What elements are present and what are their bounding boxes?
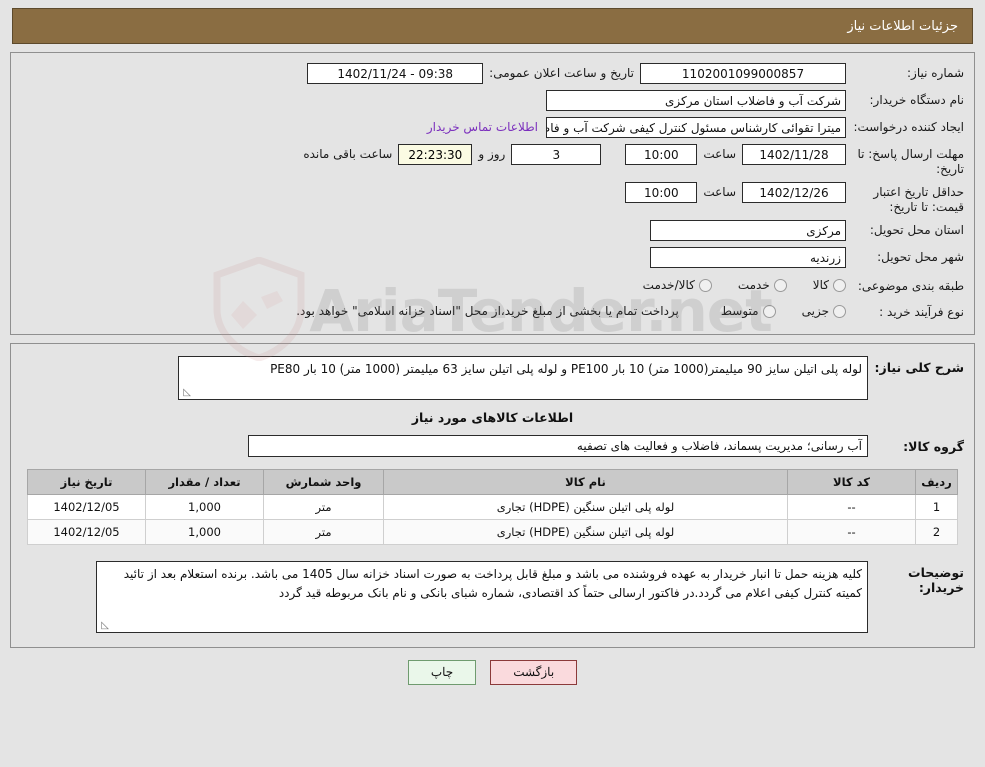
resize-grip-icon[interactable]: ◺ [181,388,191,398]
row-goods-group: گروه کالا: آب رسانی؛ مدیریت پسماند، فاضل… [21,435,964,457]
goods-group-label: گروه کالا: [903,438,964,454]
price-validity-label: حداقل تاریخ اعتبار قیمت: تا تاریخ: [873,185,964,214]
row-buyer-notes: توضیحات خریدار: کلیه هزینه حمل تا انبار … [21,561,964,633]
cell-radif: 1 [915,494,958,520]
public-announce-label: تاریخ و ساعت اعلان عمومی: [489,66,634,80]
radio-category-both-label: کالا/خدمت [642,278,695,292]
cell-goods-name: لوله پلی اتیلن سنگین (HDPE) تجاری [383,519,788,545]
radio-category-kala-label: کالا [812,278,829,292]
need-summary-panel: شماره نیاز: 1102001099000857 تاریخ و ساع… [10,52,975,335]
buyer-notes-textarea[interactable]: کلیه هزینه حمل تا انبار خریدار به عهده ف… [96,561,868,633]
radio-category-khedmat-label: خدمت [737,278,770,292]
cell-goods-name: لوله پلی اتیلن سنگین (HDPE) تجاری [383,494,788,520]
footer-actions: بازگشت چاپ [0,660,985,685]
radio-group-category-both[interactable]: کالا/خدمت [643,278,712,292]
radio-group-category-khedmat[interactable]: خدمت [738,278,787,292]
row-request-creator: ایجاد کننده درخواست: میترا تقوائی کارشنا… [21,117,964,139]
radio-process-jozii-icon[interactable] [833,304,846,318]
row-delivery-province: استان محل تحویل: مرکزی [21,220,964,242]
radio-process-motavaset-label: متوسط [720,304,759,318]
price-validity-date: 1402/12/26 [742,182,846,203]
col-header-quantity: تعداد / مقدار [145,469,264,495]
col-header-need-date: تاریخ نیاز [27,469,146,495]
purchase-process-label: نوع فرآیند خرید : [879,305,964,319]
row-buyer-org: نام دستگاه خریدار: شرکت آب و فاضلاب استا… [21,90,964,112]
need-description-textarea[interactable]: لوله پلی اتیلن سایز 90 میلیمتر(1000 متر)… [178,356,868,400]
cell-quantity: 1,000 [145,519,264,545]
items-section-title: اطلاعات کالاهای مورد نیاز [411,410,574,425]
public-announce-value: 09:38 - 1402/11/24 [307,63,484,84]
radio-category-both-icon[interactable] [698,278,712,292]
back-button[interactable]: بازگشت [490,660,578,685]
need-number-label: شماره نیاز: [907,66,964,80]
radio-group-category-kala[interactable]: کالا [813,278,846,292]
need-details-panel: شرح کلی نیاز: لوله پلی اتیلن سایز 90 میل… [10,343,975,648]
remaining-countdown-label: ساعت باقی مانده [303,147,393,161]
items-table-wrapper: ردیف کد کالا نام کالا واحد شمارش تعداد /… [21,469,964,549]
response-deadline-time-label: ساعت [703,147,736,161]
items-table-header-row: ردیف کد کالا نام کالا واحد شمارش تعداد /… [27,469,958,495]
delivery-province-label: استان محل تحویل: [869,223,964,237]
cell-unit: متر [263,494,384,520]
radio-group-process-jozii[interactable]: جزیی [802,304,846,318]
col-header-goods-code: کد کالا [787,469,916,495]
buyer-contact-link[interactable]: اطلاعات تماس خریدار [419,117,546,134]
radio-category-kala-icon[interactable] [833,278,846,292]
cell-unit: متر [263,519,384,545]
col-header-unit: واحد شمارش [263,469,384,495]
request-creator-value: میترا تقوائی کارشناس مسئول کنترل کیفی شر… [546,117,846,138]
radio-process-motavaset-icon[interactable] [762,304,776,318]
goods-group-value: آب رسانی؛ مدیریت پسماند، فاضلاب و فعالیت… [248,435,868,457]
delivery-province-value: مرکزی [650,220,846,241]
need-number-value: 1102001099000857 [640,63,846,84]
page-title: جزئیات اطلاعات نیاز [847,18,958,34]
delivery-city-label: شهر محل تحویل: [877,250,964,264]
radio-category-khedmat-icon[interactable] [773,278,787,292]
delivery-city-value: زرندیه [650,247,846,268]
cell-goods-code: -- [787,519,916,545]
cell-radif: 2 [915,519,958,545]
purchase-process-note: پرداخت تمام یا بخشی از مبلغ خرید،از محل … [296,304,679,318]
price-validity-time-label: ساعت [703,185,736,199]
subject-classification-label: طبقه بندی موضوعی: [857,279,964,293]
row-need-description: شرح کلی نیاز: لوله پلی اتیلن سایز 90 میل… [21,356,964,400]
need-description-label: شرح کلی نیاز: [874,360,964,375]
remaining-countdown-clock: 22:23:30 [398,144,473,165]
row-need-number: شماره نیاز: 1102001099000857 تاریخ و ساع… [21,63,964,85]
cell-need-date: 1402/12/05 [27,494,146,520]
remaining-days-value: 3 [511,144,602,165]
col-header-radif: ردیف [915,469,958,495]
row-response-deadline: مهلت ارسال پاسخ: تا تاریخ: 1402/11/28 سا… [21,144,964,177]
col-header-goods-name: نام کالا [383,469,788,495]
row-delivery-city: شهر محل تحویل: زرندیه [21,247,964,269]
need-description-value: لوله پلی اتیلن سایز 90 میلیمتر(1000 متر)… [270,362,862,376]
cell-need-date: 1402/12/05 [27,519,146,545]
response-deadline-time: 10:00 [625,144,698,165]
radio-group-process-motavaset[interactable]: متوسط [721,304,776,318]
buyer-notes-label: توضیحات خریدار: [908,565,964,595]
response-deadline-date: 1402/11/28 [742,144,846,165]
table-row: 2 -- لوله پلی اتیلن سنگین (HDPE) تجاری م… [27,519,958,545]
cell-quantity: 1,000 [145,494,264,520]
items-table: ردیف کد کالا نام کالا واحد شمارش تعداد /… [27,469,958,545]
buyer-notes-value: کلیه هزینه حمل تا انبار خریدار به عهده ف… [123,567,862,600]
print-button[interactable]: چاپ [407,660,477,685]
row-price-validity: حداقل تاریخ اعتبار قیمت: تا تاریخ: 1402/… [21,182,964,215]
response-deadline-label: مهلت ارسال پاسخ: تا تاریخ: [857,147,964,176]
buyer-org-label: نام دستگاه خریدار: [869,93,965,107]
buyer-org-value: شرکت آب و فاضلاب استان مرکزی [546,90,846,111]
request-creator-label: ایجاد کننده درخواست: [853,120,964,134]
row-purchase-process: نوع فرآیند خرید : جزیی متوسط پرداخت تمام… [21,300,964,322]
row-subject-classification: طبقه بندی موضوعی: کالا خدمت کالا/خدمت [21,274,964,296]
cell-goods-code: -- [787,494,916,520]
table-row: 1 -- لوله پلی اتیلن سنگین (HDPE) تجاری م… [27,494,958,520]
radio-process-jozii-label: جزیی [801,304,829,318]
resize-grip-icon[interactable]: ◺ [99,621,109,631]
price-validity-time: 10:00 [625,182,698,203]
remaining-days-label: روز و [478,147,506,161]
page-header: جزئیات اطلاعات نیاز [12,8,973,44]
